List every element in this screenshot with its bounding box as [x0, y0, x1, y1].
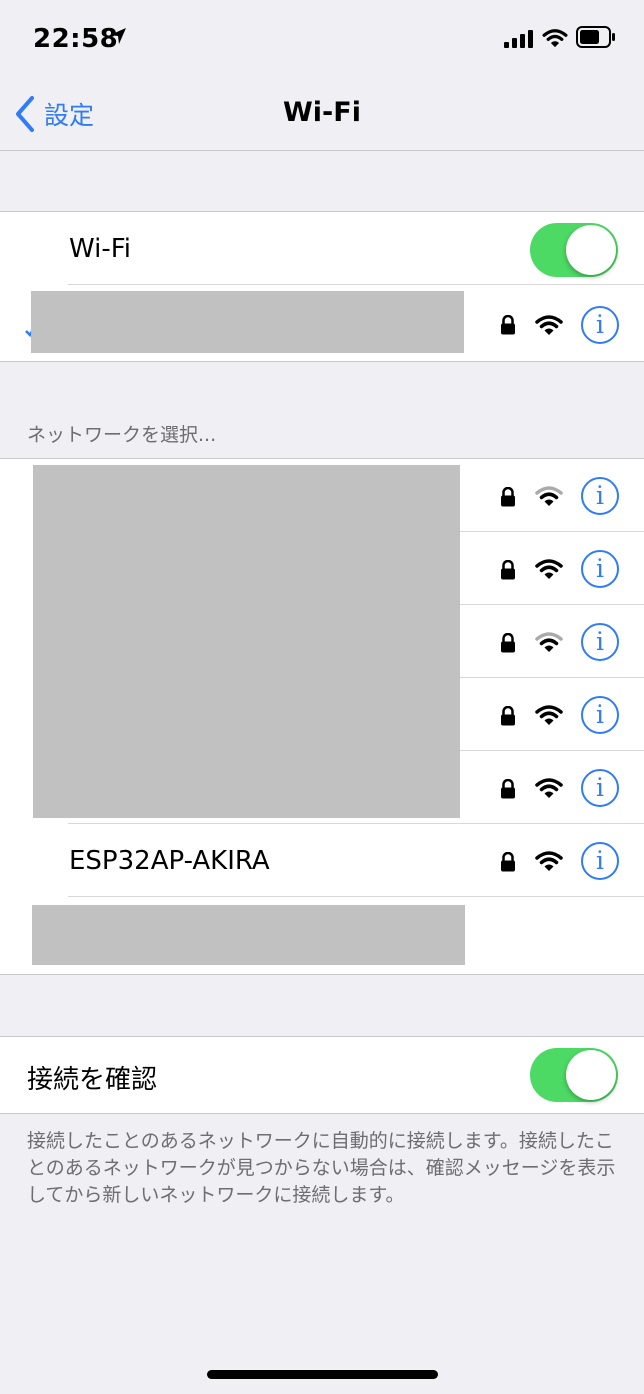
- wifi-signal-icon: [535, 705, 563, 725]
- redacted-network-names: [33, 465, 460, 818]
- lock-icon: [501, 852, 515, 872]
- wifi-signal-icon: [535, 851, 563, 871]
- home-indicator: [207, 1370, 438, 1379]
- wifi-signal-icon: [535, 486, 563, 506]
- info-button[interactable]: i: [581, 477, 619, 515]
- wifi-signal-icon: [535, 778, 563, 798]
- wifi-status-icon: [542, 29, 568, 48]
- network-name: ESP32AP-AKIRA: [69, 846, 270, 876]
- wifi-toggle-row: Wi-Fi: [0, 212, 644, 285]
- wifi-group: Wi-Fi i: [0, 211, 644, 362]
- redacted-network-name: [31, 291, 464, 353]
- lock-icon: [501, 315, 515, 335]
- info-button[interactable]: i: [581, 623, 619, 661]
- wifi-signal-icon: [535, 315, 563, 335]
- wifi-signal-icon: [535, 559, 563, 579]
- lock-icon: [501, 633, 515, 653]
- section-header: ネットワークを選択...: [27, 424, 217, 446]
- networks-group: i i i i i ESP32AP-AKIRA i: [0, 458, 644, 975]
- lock-icon: [501, 560, 515, 580]
- info-button[interactable]: i: [581, 769, 619, 807]
- network-row-esp32[interactable]: ESP32AP-AKIRA i: [0, 824, 644, 897]
- info-button[interactable]: i: [581, 842, 619, 880]
- info-button[interactable]: i: [581, 306, 619, 344]
- page-title: Wi-Fi: [283, 97, 361, 128]
- lock-icon: [501, 779, 515, 799]
- cellular-signal-icon: [504, 30, 533, 48]
- nav-bar: 設定 Wi-Fi: [0, 80, 644, 151]
- status-bar: 22:58: [0, 0, 644, 80]
- ask-to-join-description: 接続したことのあるネットワークに自動的に接続します。接続したことのあるネットワー…: [27, 1130, 616, 1206]
- info-button[interactable]: i: [581, 550, 619, 588]
- redacted-other-row: [32, 905, 465, 965]
- status-time: 22:58: [33, 24, 119, 54]
- wifi-toggle[interactable]: [530, 223, 618, 277]
- ask-to-join-group: 接続を確認: [0, 1036, 644, 1114]
- lock-icon: [501, 487, 515, 507]
- lock-icon: [501, 706, 515, 726]
- info-button[interactable]: i: [581, 696, 619, 734]
- wifi-signal-icon: [535, 632, 563, 652]
- wifi-label: Wi-Fi: [69, 234, 132, 264]
- location-arrow-icon: [110, 28, 126, 44]
- connected-network-row[interactable]: i: [0, 289, 644, 362]
- ask-to-join-label: 接続を確認: [27, 1065, 158, 1095]
- ask-to-join-toggle[interactable]: [530, 1048, 618, 1102]
- battery-icon: [576, 26, 615, 48]
